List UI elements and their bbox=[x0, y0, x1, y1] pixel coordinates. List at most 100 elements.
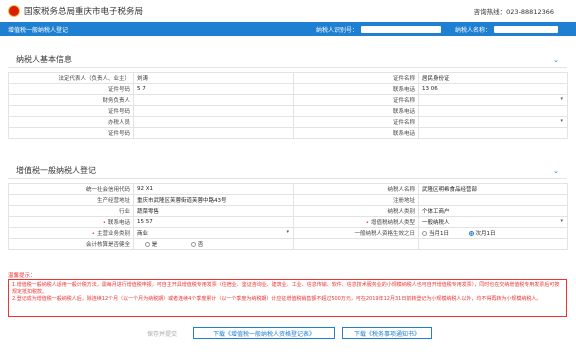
business-type-label-text: 主营业务类别 bbox=[96, 231, 130, 237]
vat-registration-header[interactable]: 增值税一般纳税人登记 ⌄ bbox=[8, 163, 567, 179]
radio-next-month-label[interactable]: 次月1日 bbox=[476, 231, 496, 237]
radio-current-month-label[interactable]: 当月1日 bbox=[429, 231, 449, 237]
agent-phone-label: 联系电话 bbox=[293, 127, 419, 139]
agent-phone-value[interactable] bbox=[418, 127, 568, 139]
empty-cell bbox=[418, 238, 568, 250]
tax-agent-label: 办税人员 bbox=[8, 116, 134, 128]
table-row: 财务负责人 证件名称 ▾ bbox=[8, 94, 568, 106]
phone-value[interactable]: 13 06 bbox=[418, 83, 568, 95]
radio-accounting-yes-label[interactable]: 是 bbox=[152, 242, 158, 248]
business-type-select[interactable]: 商业 ▾ bbox=[133, 227, 294, 239]
id-number-value[interactable]: 5 7 bbox=[133, 83, 294, 95]
chevron-down-icon: ▾ bbox=[560, 218, 563, 224]
hint-box: 1.增值税一般纳税人适用一般计税方法，需每月进行增值税申报，可自主开具增值税专用… bbox=[8, 279, 567, 317]
finance-phone-value[interactable] bbox=[418, 105, 568, 117]
taxpayer-id-label: 纳税人识别号： bbox=[316, 27, 359, 34]
hint-line-1: 1.增值税一般纳税人适用一般计税方法，需每月进行增值税申报，可自主开具增值税专用… bbox=[12, 282, 560, 296]
id-number-label: 证件号码 bbox=[8, 83, 134, 95]
basic-info-header[interactable]: 纳税人基本信息 ⌄ bbox=[8, 52, 567, 68]
contact-phone-input[interactable]: 15 57 bbox=[133, 216, 294, 228]
address-label: 生产经营地址 bbox=[8, 194, 134, 206]
agent-id-number-value[interactable] bbox=[133, 127, 294, 139]
reg-address-label: 注册地址 bbox=[293, 194, 419, 206]
page-title-bar: 增值税一般纳税人登记 纳税人识别号： 纳税人名称： bbox=[0, 22, 576, 36]
table-row: 统一社会信用代码 92 X1 纳税人名称 武隆区明希食品经营部 bbox=[8, 183, 568, 195]
hint-title: 温馨提示： bbox=[8, 273, 36, 279]
chevron-down-icon: ▾ bbox=[560, 118, 563, 124]
vat-registration-section: 增值税一般纳税人登记 ⌄ 统一社会信用代码 92 X1 纳税人名称 武隆区明希食… bbox=[8, 163, 568, 250]
contact-phone-label-text: 联系电话 bbox=[107, 220, 130, 226]
save-submit-button[interactable]: 保存并提交 bbox=[140, 327, 184, 339]
taxpayer-name-field-label: 纳税人名称 bbox=[293, 183, 419, 195]
site-header: 国家税务总局重庆市电子税务局 咨询热线：023-88812366 bbox=[0, 0, 576, 22]
reg-address-value[interactable] bbox=[418, 194, 568, 206]
vat-category-label-text: 增值税纳税人类型 bbox=[370, 220, 415, 226]
radio-current-month[interactable] bbox=[422, 231, 427, 236]
vat-registration-table: 统一社会信用代码 92 X1 纳税人名称 武隆区明希食品经营部 生产经营地址 重… bbox=[8, 183, 568, 250]
table-row: • 联系电话 15 57 • 增值税纳税人类型 一般纳税人 ▾ bbox=[8, 216, 568, 228]
chevron-down-icon[interactable]: ⌄ bbox=[553, 56, 559, 64]
table-row: 证件号码 联系电话 bbox=[8, 127, 568, 139]
vat-category-value: 一般纳税人 bbox=[422, 220, 450, 226]
effective-date-label: 一般纳税人资格生效之日 bbox=[293, 227, 419, 239]
table-row: 生产经营地址 重庆市武隆区芙蓉街道芙蓉中路43号 注册地址 bbox=[8, 194, 568, 206]
table-row: 会计核算是否健全 是 否 bbox=[8, 238, 568, 250]
hotline-text: 咨询热线：023-88812366 bbox=[473, 8, 554, 16]
legal-rep-value[interactable]: 刘涛 bbox=[133, 72, 294, 84]
tax-emblem-icon bbox=[8, 5, 20, 17]
phone-label: 联系电话 bbox=[293, 83, 419, 95]
basic-info-section: 纳税人基本信息 ⌄ 法定代表人（负责人、业主） 刘涛 证件名称 居民身份证 证件… bbox=[8, 52, 568, 139]
required-mark: • bbox=[102, 220, 106, 226]
finance-id-number-value[interactable] bbox=[133, 105, 294, 117]
taxpayer-id-area: 纳税人识别号： bbox=[316, 25, 442, 34]
basic-info-title: 纳税人基本信息 bbox=[16, 55, 72, 64]
industry-value: 蔬菜零售 bbox=[133, 205, 294, 217]
download-registration-form-button[interactable]: 下载《增值税一般纳税人资格登记表》 bbox=[193, 327, 335, 339]
empty-cell bbox=[293, 238, 419, 250]
accounting-label: 会计核算是否健全 bbox=[8, 238, 134, 250]
hint-line-2: 2.登记成为增值税一般纳税人后，除连续12个月（以一个月为纳税期）或者连续4个季… bbox=[12, 296, 542, 303]
chevron-down-icon: ▾ bbox=[560, 96, 563, 102]
business-type-label: • 主营业务类别 bbox=[8, 227, 134, 239]
finance-head-label: 财务负责人 bbox=[8, 94, 134, 106]
vat-category-label: • 增值税纳税人类型 bbox=[293, 216, 419, 228]
chevron-down-icon: ▾ bbox=[286, 229, 289, 235]
agent-id-type-label: 证件名称 bbox=[293, 116, 419, 128]
finance-head-value[interactable] bbox=[133, 94, 294, 106]
finance-id-type-select[interactable]: ▾ bbox=[418, 94, 568, 106]
business-type-value: 商业 bbox=[137, 231, 149, 237]
credit-code-value: 92 X1 bbox=[133, 183, 294, 195]
id-type-label: 证件名称 bbox=[293, 72, 419, 84]
finance-id-number-label: 证件号码 bbox=[8, 105, 134, 117]
vat-category-select[interactable]: 一般纳税人 ▾ bbox=[418, 216, 568, 228]
taxpayer-id-redacted bbox=[361, 26, 442, 33]
taxpayer-name-redacted bbox=[494, 26, 559, 33]
table-row: 法定代表人（负责人、业主） 刘涛 证件名称 居民身份证 bbox=[8, 72, 568, 84]
finance-id-type-label: 证件名称 bbox=[293, 94, 419, 106]
page-title: 增值税一般纳税人登记 bbox=[8, 26, 69, 34]
agent-id-number-label: 证件号码 bbox=[8, 127, 134, 139]
table-row: • 主营业务类别 商业 ▾ 一般纳税人资格生效之日 当月1日 次月1日 bbox=[8, 227, 568, 239]
action-buttons: 保存并提交 下载《增值税一般纳税人资格登记表》 下载《税务事项通知书》 bbox=[0, 327, 576, 341]
radio-accounting-yes[interactable] bbox=[144, 242, 150, 247]
taxpayer-name-value: 武隆区明希食品经营部 bbox=[418, 183, 568, 195]
site-title: 国家税务总局重庆市电子税务局 bbox=[24, 7, 144, 17]
finance-phone-label: 联系电话 bbox=[293, 105, 419, 117]
id-type-value[interactable]: 居民身份证 bbox=[418, 72, 568, 84]
tax-agent-value[interactable] bbox=[133, 116, 294, 128]
taxpayer-type-value: 个体工商户 bbox=[418, 205, 568, 217]
contact-phone-label: • 联系电话 bbox=[8, 216, 134, 228]
effective-date-options: 当月1日 次月1日 bbox=[418, 227, 568, 239]
address-value: 重庆市武隆区芙蓉街道芙蓉中路43号 bbox=[133, 194, 294, 206]
table-row: 办税人员 证件名称 ▾ bbox=[8, 116, 568, 128]
radio-next-month[interactable] bbox=[468, 231, 474, 236]
radio-accounting-no-label[interactable]: 否 bbox=[198, 242, 204, 248]
agent-id-type-select[interactable]: ▾ bbox=[418, 116, 568, 128]
radio-accounting-no[interactable] bbox=[190, 242, 196, 247]
accounting-options: 是 否 bbox=[133, 238, 294, 250]
taxpayer-name-label: 纳税人名称： bbox=[455, 27, 492, 34]
chevron-down-icon[interactable]: ⌄ bbox=[553, 167, 559, 175]
industry-label: 行业 bbox=[8, 205, 134, 217]
required-mark: • bbox=[91, 231, 95, 237]
download-notice-button[interactable]: 下载《税务事项通知书》 bbox=[342, 327, 432, 339]
